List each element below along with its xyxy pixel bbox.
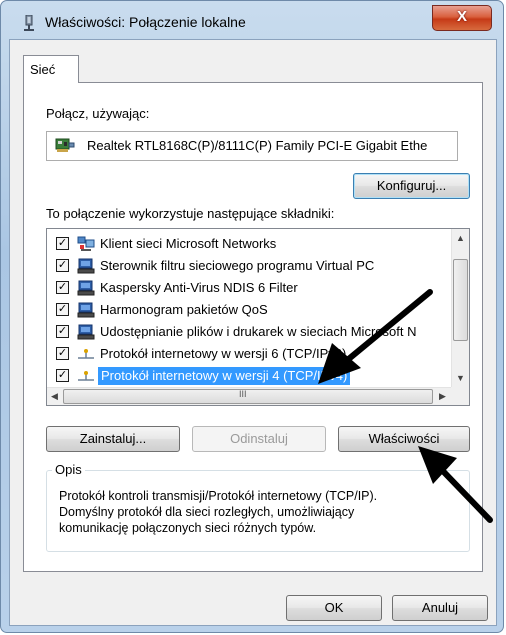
ok-button[interactable]: OK [286,595,382,621]
protocol-icon [77,368,95,384]
scroll-corner [451,387,469,405]
close-icon: X [456,8,467,25]
component-label: Protokół internetowy w wersji 6 (TCP/IPv… [100,346,347,361]
network-service-icon [77,302,95,318]
configure-button[interactable]: Konfiguruj... [353,173,470,199]
cancel-button[interactable]: Anuluj [392,595,488,621]
component-checkbox[interactable]: ✓ [56,237,69,250]
scroll-right-icon[interactable]: ▶ [439,391,446,402]
list-item[interactable]: ✓ Klient sieci Microsoft Networks [47,233,450,255]
components-list[interactable]: ✓ Klient sieci Microsoft Networks ✓ Sterown… [46,228,470,406]
connect-using-label: Połącz, używając: [46,106,150,121]
scroll-down-icon[interactable]: ▼ [456,373,465,383]
scroll-left-icon[interactable]: ◀ [51,391,58,402]
component-checkbox[interactable]: ✓ [56,347,69,360]
component-checkbox[interactable]: ✓ [56,259,69,272]
install-button[interactable]: Zainstaluj... [46,426,180,452]
component-checkbox[interactable]: ✓ [56,325,69,338]
close-button[interactable]: X [432,5,492,31]
list-item[interactable]: ✓ Udostępnianie plików i drukarek w sieci… [47,321,450,343]
tab-network[interactable]: Sieć [23,55,79,83]
vertical-scrollbar[interactable]: ▲ ▼ [451,229,469,387]
adapter-field: Realtek RTL8168C(P)/8111C(P) Family PCI-… [46,131,458,161]
list-item[interactable]: ✓ Harmonogram pakietów QoS [47,299,450,321]
component-checkbox[interactable]: ✓ [56,281,69,294]
description-text: Protokół kontroli transmisji/Protokół in… [59,489,378,535]
description-title: Opis [52,462,85,477]
component-label: Kaspersky Anti-Virus NDIS 6 Filter [100,280,298,295]
network-service-icon [77,280,95,296]
network-card-icon [55,138,75,152]
window-title: Właściwości: Połączenie lokalne [45,14,246,30]
list-item[interactable]: ✓ Kaspersky Anti-Virus NDIS 6 Filter [47,277,450,299]
list-item[interactable]: ✓ Sterownik filtru sieciowego programu Vi… [47,255,450,277]
component-label: Klient sieci Microsoft Networks [100,236,277,251]
component-checkbox[interactable]: ✓ [56,369,69,382]
list-item[interactable]: ✓ Protokół internetowy w wersji 6 (TCP/IP… [47,343,450,365]
network-adapter-icon [24,15,34,31]
component-checkbox[interactable]: ✓ [56,303,69,316]
properties-button[interactable]: Właściwości [338,426,470,452]
adapter-name: Realtek RTL8168C(P)/8111C(P) Family PCI-… [87,138,428,153]
scroll-up-icon[interactable]: ▲ [456,233,465,243]
scroll-grip-icon: III [239,389,247,399]
network-service-icon [77,324,95,340]
protocol-icon [77,346,95,362]
components-label: To połączenie wykorzystuje następujące s… [46,206,335,221]
horizontal-scrollbar[interactable]: ◀ III ▶ [47,387,452,405]
list-item[interactable]: ✓ Protokół internetowy w wersji 4 (TCP/IP… [47,365,450,387]
vertical-scroll-thumb[interactable] [453,259,468,341]
horizontal-scroll-thumb[interactable]: III [63,389,433,404]
component-label: Harmonogram pakietów QoS [100,302,268,317]
network-service-icon [77,258,95,274]
title-bar[interactable]: Właściwości: Połączenie lokalne X [1,1,503,39]
uninstall-button[interactable]: Odinstaluj [192,426,326,452]
network-client-icon [77,236,95,252]
component-label: Udostępnianie plików i drukarek w siecia… [100,324,417,339]
component-label: Sterownik filtru sieciowego programu Vir… [100,258,375,273]
component-label: Protokół internetowy w wersji 4 (TCP/IPv… [98,367,351,385]
